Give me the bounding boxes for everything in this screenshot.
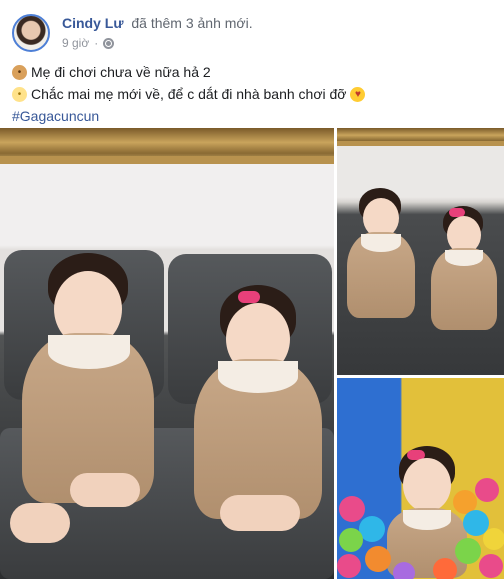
author-name[interactable]: Cindy Lư bbox=[62, 15, 123, 31]
girl-right bbox=[180, 283, 330, 563]
picture-frame bbox=[0, 128, 334, 164]
girl-left-small bbox=[341, 188, 421, 328]
post-meta: 9 giờ · bbox=[62, 36, 115, 50]
post-time[interactable]: 9 giờ bbox=[62, 36, 89, 50]
chick-emoji-icon: • bbox=[12, 86, 27, 102]
post-action-text: đã thêm 3 ảnh mới. bbox=[131, 15, 253, 31]
girl-right-small bbox=[425, 206, 503, 346]
author-line: Cindy Lư đã thêm 3 ảnh mới. bbox=[62, 15, 253, 31]
post-header: Cindy Lư đã thêm 3 ảnh mới. 9 giờ · bbox=[12, 12, 492, 54]
caption-line-2: • Chắc mai mẹ mới về, để c dắt đi nhà ba… bbox=[12, 83, 366, 105]
kiss-emoji-icon: ♥ bbox=[350, 86, 366, 102]
pink-hair-bow bbox=[238, 291, 260, 303]
hamster-emoji-icon: • bbox=[12, 64, 27, 80]
caption-text-2: Chắc mai mẹ mới về, để c dắt đi nhà banh… bbox=[31, 86, 347, 102]
caption-line-1: • Mẹ đi chơi chưa về nữa hả 2 bbox=[12, 61, 365, 83]
caption-line-3: #Gagacuncun bbox=[12, 105, 365, 127]
post-caption: • Mẹ đi chơi chưa về nữa hả 2 • Chắc mai… bbox=[12, 61, 366, 127]
caption-text-1: Mẹ đi chơi chưa về nữa hả 2 bbox=[31, 64, 211, 80]
author-avatar[interactable] bbox=[12, 14, 50, 52]
globe-icon[interactable] bbox=[103, 37, 115, 49]
photo-two-girls-on-sofa[interactable] bbox=[0, 128, 334, 579]
meta-separator: · bbox=[94, 36, 99, 50]
photo-girl-ball-pit[interactable] bbox=[337, 378, 504, 579]
hashtag-link[interactable]: #Gagacuncun bbox=[12, 105, 99, 127]
girl-ball-pit bbox=[387, 446, 467, 578]
girl-left bbox=[10, 253, 170, 553]
photo-two-girls-sofa-second[interactable] bbox=[337, 128, 504, 375]
picture-frame-small bbox=[337, 128, 504, 146]
